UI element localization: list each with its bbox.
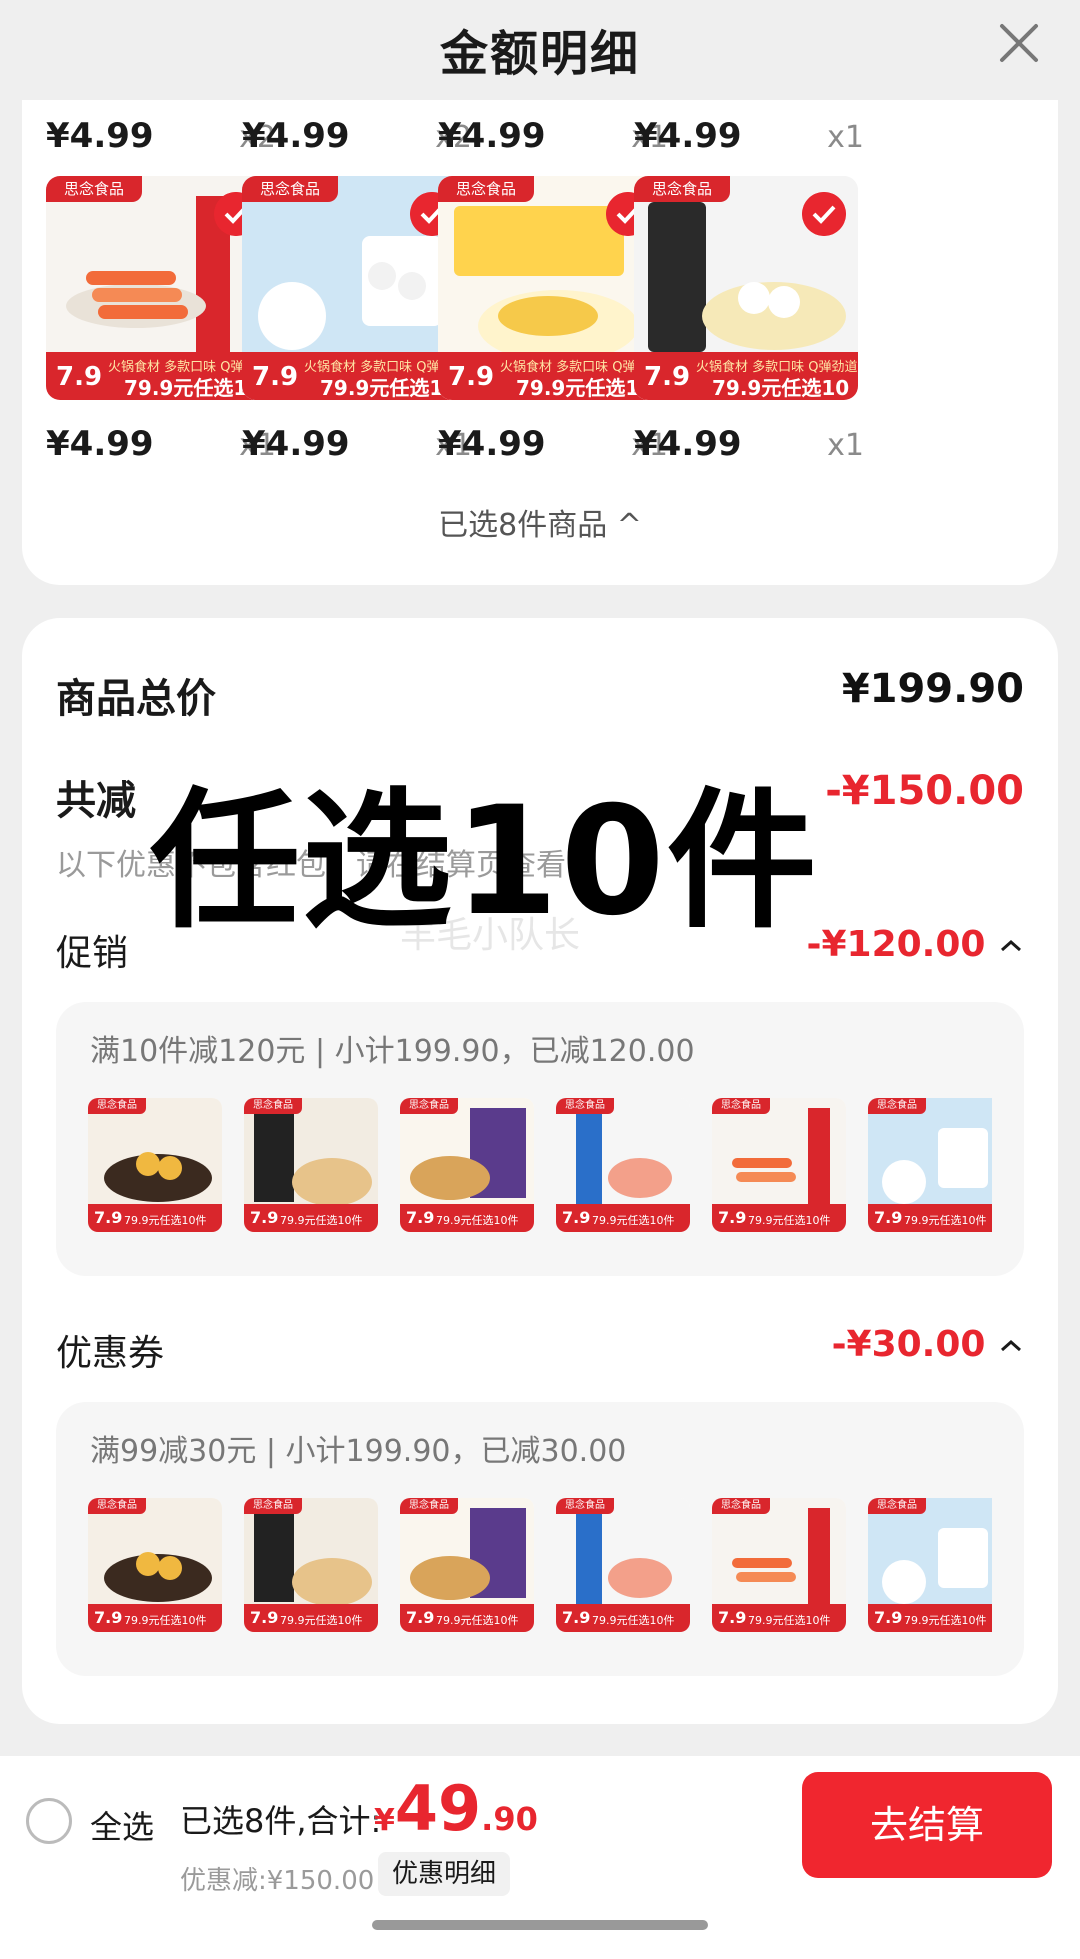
checkout-button[interactable]: 去结算	[802, 1772, 1052, 1878]
promotion-detail-box: 满10件减120元 | 小计199.90，已减120.00 思念食品 7.9 79…	[56, 1002, 1024, 1276]
selected-products-card: ¥4.99x2 ¥4.99x2 ¥4.99x1 ¥4.99x1 思念食品	[22, 100, 1058, 585]
coupon-desc: 满99减30元 | 小计199.90，已减30.00	[90, 1434, 627, 1469]
product-thumbnail-row: 思念食品 7.9 火锅食材 多款口味 Q弹劲道 79.9元任选10件 思念食品 …	[22, 176, 1058, 406]
total-reduce-value: -¥150.00	[825, 768, 1024, 814]
promotion-label: 促销	[56, 933, 129, 974]
promo-banner: 7.9 火锅食材 多款口味 Q弹劲道 79.9元任选10件	[46, 352, 270, 400]
checked-icon[interactable]	[802, 192, 846, 236]
page-title: 金额明细	[439, 26, 640, 82]
select-all-radio[interactable]	[26, 1798, 72, 1844]
price-row-top: ¥4.99 x2 ¥4.99 x2 ¥4.99 x1 ¥4.99 x1	[22, 110, 1058, 160]
mini-product-thumbnail[interactable]: 思念食品 7.9 79.9元任选10件	[868, 1098, 992, 1232]
total-price-label: 商品总价	[56, 676, 216, 722]
coupon-label: 优惠券	[56, 1333, 165, 1374]
brand-tag: 思念食品	[46, 176, 142, 202]
discount-amount: 优惠减:¥150.00	[180, 1866, 375, 1896]
promotion-desc: 满10件减120元 | 小计199.90，已减120.00	[90, 1034, 695, 1069]
product-price: ¥4.99 x1	[634, 424, 864, 464]
close-icon[interactable]	[994, 18, 1044, 68]
mini-product-thumbnail[interactable]: 思念食品 7.9 79.9元任选10件	[88, 1498, 222, 1632]
promo-banner: 7.9 火锅食材 多款口味 Q弹劲道 79.9元任选10件	[634, 352, 858, 400]
product-price: ¥4.99 x1	[634, 116, 864, 156]
mini-product-thumbnail[interactable]: 思念食品 7.9 79.9元任选10件	[400, 1098, 534, 1232]
product-thumbnail[interactable]: 思念食品 7.9 火锅食材 多款口味 Q弹劲道 79.9元任选10件	[438, 176, 662, 400]
header: 金额明细	[0, 0, 1080, 110]
mini-product-thumbnail[interactable]: 思念食品 7.9 79.9元任选10件	[556, 1098, 690, 1232]
promo-banner: 7.9 火锅食材 多款口味 Q弹劲道 79.9元任选10件	[242, 352, 466, 400]
promo-banner: 7.9 火锅食材 多款口味 Q弹劲道 79.9元任选10件	[438, 352, 662, 400]
chevron-up-icon	[1001, 1339, 1021, 1352]
mini-product-thumbnail[interactable]: 思念食品 7.9 79.9元任选10件	[244, 1098, 378, 1232]
price-row-bottom: ¥4.99 x1 ¥4.99 x1 ¥4.99 x1 ¥4.99 x1	[22, 418, 1058, 468]
chevron-up-icon	[1001, 939, 1021, 952]
mini-product-thumbnail[interactable]: 思念食品 7.9 79.9元任选10件	[712, 1498, 846, 1632]
discount-detail-button[interactable]: 优惠明细	[378, 1852, 511, 1896]
selected-count-text: 已选8件,合计:	[180, 1802, 382, 1840]
mini-product-thumbnail[interactable]: 思念食品 7.9 79.9元任选10件	[244, 1498, 378, 1632]
home-indicator[interactable]	[372, 1920, 708, 1930]
product-thumbnail[interactable]: 思念食品 7.9 火锅食材 多款口味 Q弹劲道 79.9元任选10件	[634, 176, 858, 400]
select-all-label[interactable]: 全选	[90, 1802, 154, 1848]
brand-tag: 思念食品	[242, 176, 338, 202]
coupon-detail-box: 满99减30元 | 小计199.90，已减30.00 思念食品 7.9 79.9元…	[56, 1402, 1024, 1676]
coupon-product-row: 思念食品 7.9 79.9元任选10件 思念食品 7.9 79.9元任选10件 思念…	[88, 1498, 992, 1632]
total-amount: ¥49.90	[374, 1772, 538, 1845]
mini-product-thumbnail[interactable]: 思念食品 7.9 79.9元任选10件	[400, 1498, 534, 1632]
promotion-product-row: 思念食品 7.9 79.9元任选10件 思念食品 7.9 79.9元任选10件 思念…	[88, 1098, 992, 1232]
total-price-value: ¥199.90	[841, 666, 1024, 712]
product-thumbnail[interactable]: 思念食品 7.9 火锅食材 多款口味 Q弹劲道 79.9元任选10件	[46, 176, 270, 400]
overlay-caption: 任选10件	[150, 775, 819, 949]
total-reduce-label: 共减	[56, 778, 136, 824]
selected-count-toggle[interactable]: 已选8件商品 ^	[22, 500, 1058, 544]
brand-tag: 思念食品	[634, 176, 730, 202]
product-thumbnail[interactable]: 思念食品 7.9 火锅食材 多款口味 Q弹劲道 79.9元任选10件	[242, 176, 466, 400]
mini-product-thumbnail[interactable]: 思念食品 7.9 79.9元任选10件	[556, 1498, 690, 1632]
mini-product-thumbnail[interactable]: 思念食品 7.9 79.9元任选10件	[868, 1498, 992, 1632]
mini-product-thumbnail[interactable]: 思念食品 7.9 79.9元任选10件	[88, 1098, 222, 1232]
coupon-value[interactable]: -¥30.00	[832, 1324, 1024, 1365]
brand-tag: 思念食品	[438, 176, 534, 202]
mini-product-thumbnail[interactable]: 思念食品 7.9 79.9元任选10件	[712, 1098, 846, 1232]
promotion-value[interactable]: -¥120.00	[807, 924, 1024, 965]
